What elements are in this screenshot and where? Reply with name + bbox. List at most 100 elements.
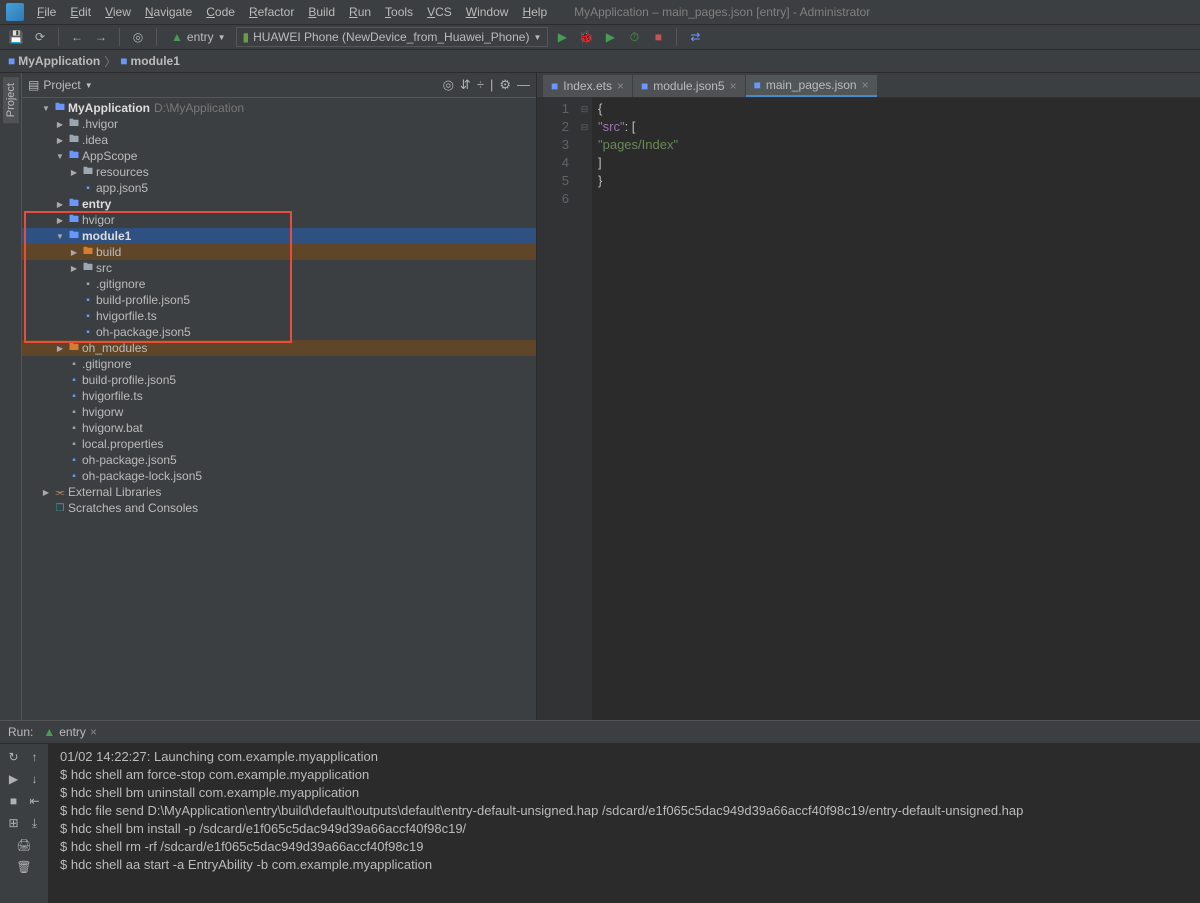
- tree-item-resources[interactable]: ▶🖿resources: [22, 164, 536, 180]
- menu-navigate[interactable]: Navigate: [138, 3, 199, 21]
- tree-item-scratches-and-consoles[interactable]: ❒Scratches and Consoles: [22, 500, 536, 516]
- menu-vcs[interactable]: VCS: [420, 3, 459, 21]
- trash-icon[interactable]: 🗑: [15, 858, 33, 876]
- tree-item-src[interactable]: ▶🖿src: [22, 260, 536, 276]
- run-config-tab[interactable]: ▲ entry ×: [43, 725, 97, 739]
- device-selector[interactable]: ▮ HUAWEI Phone (NewDevice_from_Huawei_Ph…: [236, 27, 549, 47]
- tree-item--gitignore[interactable]: ▪.gitignore: [22, 356, 536, 372]
- editor-tab-main-pages-json[interactable]: ■main_pages.json×: [746, 75, 877, 97]
- tree-item-oh-package-json5[interactable]: ▪oh-package.json5: [22, 452, 536, 468]
- code-line[interactable]: }: [598, 172, 1194, 190]
- tree-item-hvigor[interactable]: ▶🖿hvigor: [22, 212, 536, 228]
- tree-item-hvigorw[interactable]: ▪hvigorw: [22, 404, 536, 420]
- layout-icon[interactable]: ⊞: [5, 814, 23, 832]
- fold-toggle-icon[interactable]: ⊟: [577, 100, 592, 118]
- project-tree[interactable]: ▼🖿MyApplicationD:\MyApplication▶🖿.hvigor…: [22, 98, 536, 720]
- project-tool-tab[interactable]: Project: [3, 77, 19, 123]
- chevron-right-icon[interactable]: ▶: [68, 264, 80, 273]
- expand-icon[interactable]: ⇵: [460, 77, 471, 93]
- close-icon[interactable]: ×: [617, 79, 624, 93]
- profile-button[interactable]: ⏱: [624, 27, 644, 47]
- tree-item--hvigor[interactable]: ▶🖿.hvigor: [22, 116, 536, 132]
- menu-run[interactable]: Run: [342, 3, 378, 21]
- tree-item-local-properties[interactable]: ▪local.properties: [22, 436, 536, 452]
- menu-window[interactable]: Window: [459, 3, 516, 21]
- tree-item-entry[interactable]: ▶🖿entry: [22, 196, 536, 212]
- sync-button[interactable]: ⇄: [685, 27, 705, 47]
- chevron-right-icon[interactable]: ▶: [54, 344, 66, 353]
- chevron-down-icon[interactable]: ▼: [54, 152, 66, 161]
- tree-item-hvigorfile-ts[interactable]: ▪hvigorfile.ts: [22, 308, 536, 324]
- close-icon[interactable]: ×: [90, 725, 97, 739]
- tree-item--idea[interactable]: ▶🖿.idea: [22, 132, 536, 148]
- stop-button[interactable]: ■: [648, 27, 668, 47]
- tree-item-hvigorfile-ts[interactable]: ▪hvigorfile.ts: [22, 388, 536, 404]
- code-line[interactable]: [598, 190, 1194, 208]
- debug-button[interactable]: 🐞: [576, 27, 596, 47]
- run-config-selector[interactable]: ▲ entry ▼: [165, 27, 232, 47]
- code-line[interactable]: "pages/Index": [598, 136, 1194, 154]
- breadcrumb-root[interactable]: ■ MyApplication: [8, 54, 100, 68]
- down-icon[interactable]: ↓: [26, 770, 44, 788]
- print-icon[interactable]: 🖨: [15, 836, 33, 854]
- chevron-right-icon[interactable]: ▶: [40, 488, 52, 497]
- code-line[interactable]: {: [598, 100, 1194, 118]
- chevron-down-icon[interactable]: ▼: [40, 104, 52, 113]
- project-mode-label[interactable]: Project: [43, 78, 80, 92]
- tree-item-oh-package-lock-json5[interactable]: ▪oh-package-lock.json5: [22, 468, 536, 484]
- chevron-right-icon[interactable]: ▶: [68, 248, 80, 257]
- editor-tab-index-ets[interactable]: ■Index.ets×: [543, 75, 632, 97]
- menu-view[interactable]: View: [98, 3, 138, 21]
- tree-item-build[interactable]: ▶🖿build: [22, 244, 536, 260]
- chevron-down-icon[interactable]: ▼: [85, 81, 93, 90]
- chevron-right-icon[interactable]: ▶: [54, 216, 66, 225]
- tree-item-oh-modules[interactable]: ▶🖿oh_modules: [22, 340, 536, 356]
- run-button[interactable]: ▶: [552, 27, 572, 47]
- gear-icon[interactable]: ⚙: [499, 77, 511, 93]
- chevron-right-icon[interactable]: ▶: [54, 136, 66, 145]
- close-icon[interactable]: ×: [862, 78, 869, 92]
- code-line[interactable]: "src": [: [598, 118, 1194, 136]
- save-icon[interactable]: 💾: [6, 27, 26, 47]
- stop-button[interactable]: ■: [5, 792, 23, 810]
- menu-refactor[interactable]: Refactor: [242, 3, 301, 21]
- menu-file[interactable]: File: [30, 3, 63, 21]
- editor-tab-module-json5[interactable]: ■module.json5×: [633, 75, 745, 97]
- chevron-right-icon[interactable]: ▶: [68, 168, 80, 177]
- menu-build[interactable]: Build: [301, 3, 342, 21]
- tree-item-myapplication[interactable]: ▼🖿MyApplicationD:\MyApplication: [22, 100, 536, 116]
- menu-tools[interactable]: Tools: [378, 3, 420, 21]
- code-line[interactable]: ]: [598, 154, 1194, 172]
- tree-item-hvigorw-bat[interactable]: ▪hvigorw.bat: [22, 420, 536, 436]
- code-editor[interactable]: 123456 ⊟⊟ { "src": [ "pages/Index" ]}: [537, 98, 1200, 720]
- soft-wrap-icon[interactable]: ⇤: [26, 792, 44, 810]
- tree-item-build-profile-json5[interactable]: ▪build-profile.json5: [22, 292, 536, 308]
- scroll-icon[interactable]: ⤓: [26, 814, 44, 832]
- tree-item-app-json5[interactable]: ▪app.json5: [22, 180, 536, 196]
- tree-item-build-profile-json5[interactable]: ▪build-profile.json5: [22, 372, 536, 388]
- menu-edit[interactable]: Edit: [63, 3, 98, 21]
- chevron-down-icon[interactable]: ▼: [54, 232, 66, 241]
- rerun-button[interactable]: ↻: [5, 748, 23, 766]
- fold-gutter[interactable]: ⊟⊟: [577, 98, 592, 720]
- refresh-icon[interactable]: ⟳: [30, 27, 50, 47]
- chevron-right-icon[interactable]: ▶: [54, 120, 66, 129]
- tree-item-oh-package-json5[interactable]: ▪oh-package.json5: [22, 324, 536, 340]
- up-icon[interactable]: ↑: [26, 748, 44, 766]
- forward-icon[interactable]: →: [91, 27, 111, 47]
- tree-item-module1[interactable]: ▼🖿module1: [22, 228, 536, 244]
- collapse-icon[interactable]: ÷: [477, 77, 484, 93]
- chevron-right-icon[interactable]: ▶: [54, 200, 66, 209]
- breadcrumb-file[interactable]: ■ module1: [120, 54, 180, 68]
- run-button[interactable]: ▶: [5, 770, 23, 788]
- hide-icon[interactable]: —: [517, 77, 530, 93]
- back-icon[interactable]: ←: [67, 27, 87, 47]
- tree-item-appscope[interactable]: ▼🖿AppScope: [22, 148, 536, 164]
- code-content[interactable]: { "src": [ "pages/Index" ]}: [592, 98, 1200, 720]
- target-icon[interactable]: ◎: [128, 27, 148, 47]
- close-icon[interactable]: ×: [730, 79, 737, 93]
- fold-toggle-icon[interactable]: ⊟: [577, 118, 592, 136]
- tree-item--gitignore[interactable]: ▪.gitignore: [22, 276, 536, 292]
- coverage-button[interactable]: ▶: [600, 27, 620, 47]
- menu-code[interactable]: Code: [199, 3, 242, 21]
